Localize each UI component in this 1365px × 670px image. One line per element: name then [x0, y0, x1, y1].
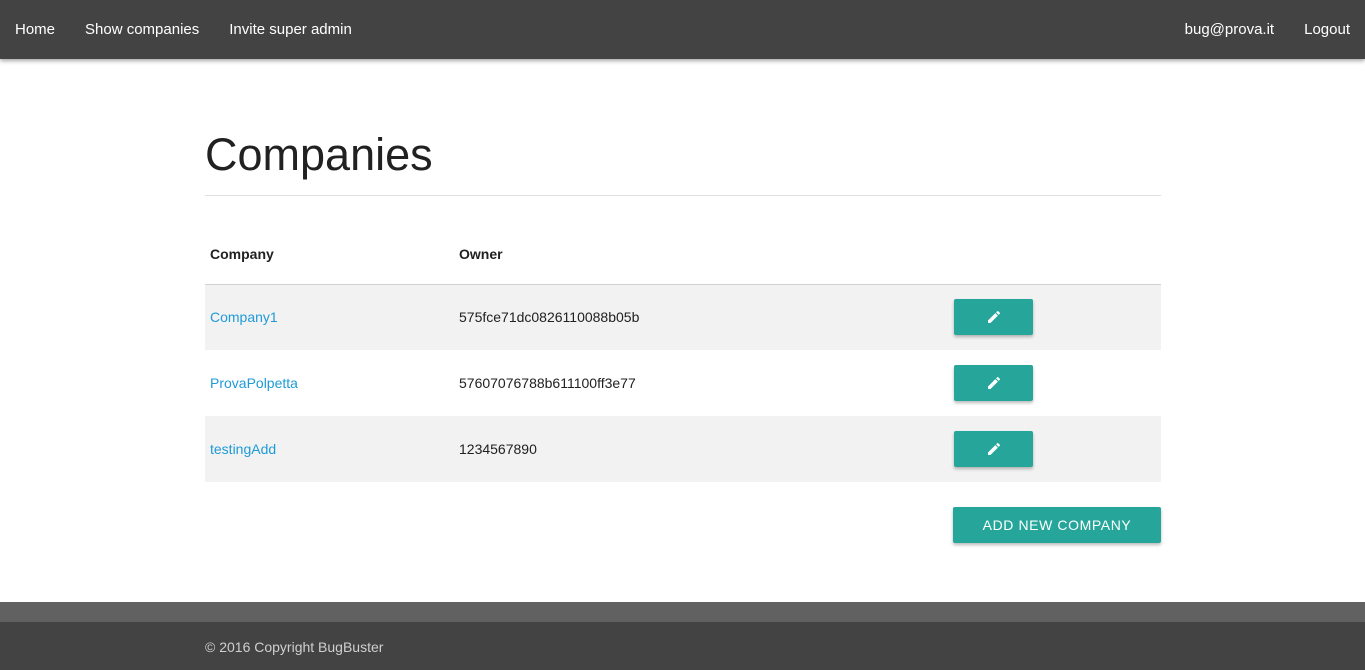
edit-company-button[interactable]: [954, 431, 1033, 467]
company-cell: ProvaPolpetta: [205, 350, 454, 416]
add-new-company-button[interactable]: ADD NEW COMPANY: [953, 507, 1161, 543]
nav-logout-link[interactable]: Logout: [1289, 0, 1365, 59]
table-row: ProvaPolpetta 57607076788b611100ff3e77: [205, 350, 1161, 416]
company-column-header: Company: [205, 235, 454, 285]
owner-id: 57607076788b611100ff3e77: [459, 375, 636, 391]
pencil-icon: [987, 376, 1000, 389]
owner-cell: 575fce71dc0826110088b05b: [454, 284, 947, 350]
top-navbar: Home Show companies Invite super admin b…: [0, 0, 1365, 59]
company-cell: Company1: [205, 284, 454, 350]
page-footer: © 2016 Copyright BugBuster: [0, 622, 1365, 670]
owner-cell: 1234567890: [454, 416, 947, 482]
footer-band: [0, 602, 1365, 622]
company-cell: testingAdd: [205, 416, 454, 482]
add-company-row: ADD NEW COMPANY: [205, 507, 1161, 543]
owner-id: 575fce71dc0826110088b05b: [459, 309, 640, 326]
owner-id: 1234567890: [459, 441, 537, 457]
actions-cell: [947, 284, 1161, 350]
company-link[interactable]: testingAdd: [210, 441, 276, 457]
table-row: testingAdd 1234567890: [205, 416, 1161, 482]
nav-show-companies-link[interactable]: Show companies: [70, 0, 214, 59]
owner-cell: 57607076788b611100ff3e77: [454, 350, 947, 416]
main-content: Companies Company Owner Company1 575fce7…: [205, 59, 1161, 543]
nav-right-group: bug@prova.it Logout: [1170, 0, 1365, 59]
nav-left-group: Home Show companies Invite super admin: [0, 0, 367, 59]
table-header-row: Company Owner: [205, 235, 1161, 285]
company-link[interactable]: ProvaPolpetta: [210, 375, 298, 391]
pencil-icon: [987, 442, 1000, 455]
page-title: Companies: [205, 131, 1161, 196]
actions-column-header: [947, 235, 1161, 285]
nav-invite-super-admin-link[interactable]: Invite super admin: [214, 0, 367, 59]
table-row: Company1 575fce71dc0826110088b05b: [205, 284, 1161, 350]
copyright-text: © 2016 Copyright BugBuster: [205, 639, 384, 655]
edit-company-button[interactable]: [954, 299, 1033, 336]
pencil-icon: [987, 311, 1000, 324]
company-link[interactable]: Company1: [210, 309, 278, 325]
owner-column-header: Owner: [454, 235, 947, 285]
actions-cell: [947, 350, 1161, 416]
edit-company-button[interactable]: [954, 365, 1033, 401]
actions-cell: [947, 416, 1161, 482]
nav-home-link[interactable]: Home: [0, 0, 70, 59]
nav-user-email-link[interactable]: bug@prova.it: [1170, 0, 1289, 59]
companies-table: Company Owner Company1 575fce71dc0826110…: [205, 235, 1161, 482]
